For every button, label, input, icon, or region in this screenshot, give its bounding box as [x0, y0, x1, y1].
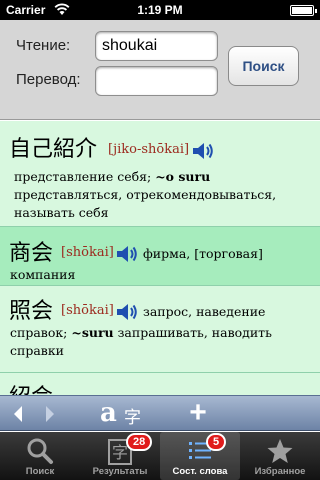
entry-reading: [shōkai] — [61, 245, 114, 260]
tab-label: Избранное — [254, 466, 306, 477]
add-button[interactable]: + — [183, 396, 213, 432]
word-count-badge: 5 — [206, 433, 227, 451]
battery-icon — [290, 5, 317, 16]
search-button[interactable]: Поиск — [228, 46, 299, 86]
star-icon — [267, 439, 293, 463]
search-panel: Чтение: shoukai Перевод: Поиск — [0, 20, 320, 120]
list-item[interactable]: 商会 [shōkai] фирма, [торговая] компания — [0, 227, 320, 286]
entry-meaning: называть себя — [14, 205, 109, 220]
font-toggle-button[interactable]: a 字 — [96, 396, 156, 432]
speaker-icon[interactable] — [115, 243, 139, 265]
entry-meaning: запрос, наведение — [143, 304, 266, 319]
entry-kanji: 商会 — [9, 241, 54, 266]
translation-label: Перевод: — [16, 71, 81, 88]
tab-favorites[interactable]: Избранное — [240, 432, 320, 480]
list-item[interactable]: 照会 [shōkai] запрос, наведение справок; ~… — [0, 286, 320, 373]
kanji-card-glyph: 字 — [112, 444, 128, 462]
list-item[interactable]: 紹会 — [0, 373, 320, 395]
entry-kanji: 照会 — [9, 299, 54, 324]
entry-meaning: представляться, отрекомендовываться, — [14, 187, 277, 202]
results-list[interactable]: 自己紹介 [jiko-shōkai] представление себя; ~… — [0, 121, 320, 395]
list-item[interactable]: 自己紹介 [jiko-shōkai] представление себя; ~… — [0, 121, 320, 227]
tab-search[interactable]: Поиск — [0, 432, 80, 480]
tab-label: Результаты — [92, 466, 148, 477]
clock: 1:19 PM — [137, 3, 183, 17]
tab-bar: Поиск 字 28 Результаты 5 Сост. слова Избр… — [0, 432, 320, 480]
toolbar: a 字 + — [0, 395, 320, 431]
results-count-badge: 28 — [126, 433, 153, 451]
kanji-glyph: 字 — [124, 408, 141, 427]
entry-kanji: 自己紹介 — [9, 137, 98, 162]
entry-reading: [shōkai] — [61, 303, 114, 318]
speaker-icon[interactable] — [115, 301, 139, 323]
entry-meaning: представление себя; ~o suru — [14, 169, 211, 184]
translation-input[interactable] — [95, 66, 218, 96]
entry-kanji: 紹会 — [9, 379, 53, 395]
entry-reading: [jiko-shōkai] — [108, 142, 190, 157]
reading-input[interactable]: shoukai — [95, 31, 218, 61]
tab-results[interactable]: 字 28 Результаты — [80, 432, 160, 480]
tab-label: Сост. слова — [172, 466, 228, 477]
reading-label: Чтение: — [16, 37, 71, 54]
entry-meaning: справок; ~suru запрашивать, наводить — [10, 325, 272, 340]
entry-meaning: фирма, [торговая] — [143, 246, 263, 261]
entry-meaning: справки — [10, 343, 64, 358]
back-arrow-icon[interactable] — [8, 396, 28, 432]
status-bar: Carrier 1:19 PM — [0, 0, 320, 20]
tab-label: Поиск — [25, 466, 55, 477]
tab-word-composition[interactable]: 5 Сост. слова — [160, 432, 240, 480]
speaker-icon[interactable] — [191, 140, 215, 162]
forward-arrow-icon[interactable] — [40, 396, 60, 432]
entry-meaning: компания — [10, 267, 76, 282]
magnifier-icon — [27, 438, 53, 464]
latin-glyph: a — [100, 398, 117, 428]
